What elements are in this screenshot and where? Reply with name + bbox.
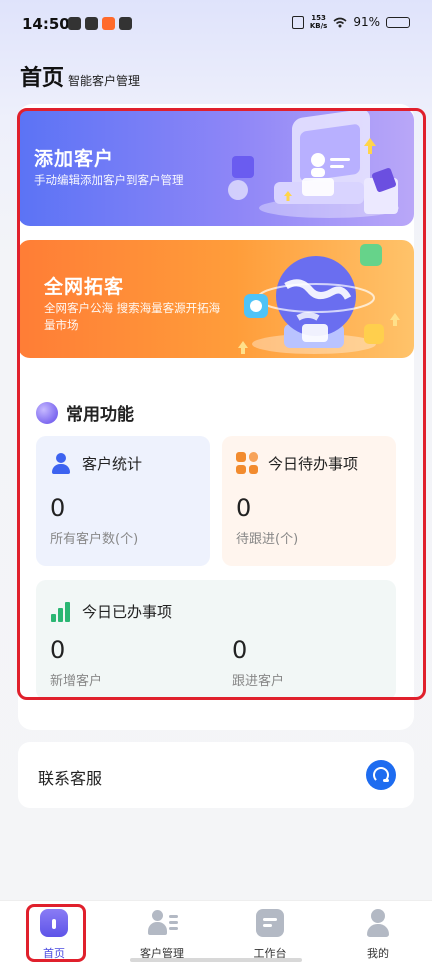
new-customers-value: 0 bbox=[50, 636, 66, 664]
bubble-icon bbox=[36, 401, 58, 424]
app-notification-icon bbox=[102, 17, 115, 30]
add-customer-desc: 手动编辑添加客户到客户管理 bbox=[34, 173, 184, 187]
customer-stats-label: 客户统计 bbox=[82, 454, 143, 473]
tab-mine-label: 我的 bbox=[367, 947, 389, 960]
status-indicators: 153 KB/s 91% bbox=[291, 14, 410, 30]
followed-customers-value: 0 bbox=[232, 636, 248, 664]
user-icon bbox=[50, 452, 72, 474]
customer-stats-head: 客户统计 bbox=[50, 452, 142, 474]
customer-stats-sub: 所有客户数(个) bbox=[50, 532, 139, 547]
today-todo-sub: 待跟进(个) bbox=[236, 532, 299, 547]
wifi-icon bbox=[333, 17, 347, 27]
page-header: 首页 智能客户管理 bbox=[20, 60, 140, 92]
net-speed-unit: KB/s bbox=[309, 22, 328, 30]
headset-icon[interactable] bbox=[366, 760, 396, 790]
add-customer-illustration bbox=[228, 109, 399, 218]
battery-percent: 91% bbox=[353, 15, 380, 29]
network-prospect-desc: 全网客户公海 搜索海量客源开拓海量市场 bbox=[44, 301, 221, 332]
app-notification-icon bbox=[85, 17, 98, 30]
today-todo-tile[interactable]: 今日待办事项 0 待跟进(个) bbox=[222, 436, 396, 566]
today-todo-value: 0 bbox=[236, 494, 252, 522]
bar-chart-icon bbox=[50, 600, 72, 622]
today-done-head: 今日已办事项 bbox=[50, 600, 172, 622]
add-customer-title: 添加客户 bbox=[34, 148, 115, 170]
app-notification-icon bbox=[68, 17, 81, 30]
home-indicator bbox=[130, 958, 302, 962]
network-prospect-banner[interactable]: 全网拓客 全网客户公海 搜索海量客源开拓海量市场 bbox=[18, 240, 414, 358]
today-todo-head: 今日待办事项 bbox=[236, 452, 358, 474]
bottom-tab-bar: 首页 客户管理 工作台 我的 bbox=[0, 900, 432, 964]
customers-icon bbox=[148, 909, 178, 937]
net-speed-value: 153 bbox=[311, 14, 326, 22]
profile-icon bbox=[364, 909, 392, 937]
common-functions-section: 常用功能 客户统计 0 所有客户数(个) 今日待办事项 0 待跟进(个) 今日已… bbox=[18, 380, 414, 700]
customer-stats-tile[interactable]: 客户统计 0 所有客户数(个) bbox=[36, 436, 210, 566]
contact-support-label: 联系客服 bbox=[38, 769, 103, 788]
common-functions-header: 常用功能 bbox=[36, 400, 134, 425]
tab-workbench[interactable]: 工作台 bbox=[230, 909, 310, 961]
status-app-icons bbox=[68, 17, 132, 30]
battery-icon bbox=[386, 16, 410, 28]
common-functions-title: 常用功能 bbox=[66, 405, 134, 425]
add-customer-banner[interactable]: 添加客户 手动编辑添加客户到客户管理 bbox=[18, 108, 414, 226]
status-bar: 14:50 153 KB/s 91% bbox=[0, 0, 432, 50]
mail-icon bbox=[119, 17, 132, 30]
workbench-icon bbox=[256, 909, 284, 937]
new-customers-label: 新增客户 bbox=[50, 674, 103, 689]
tab-home[interactable]: 首页 bbox=[14, 909, 94, 961]
followed-customers-label: 跟进客户 bbox=[232, 674, 285, 689]
home-icon bbox=[40, 909, 68, 937]
contact-support-row[interactable]: 联系客服 bbox=[18, 742, 414, 808]
net-speed: 153 KB/s bbox=[310, 14, 327, 30]
today-done-tile[interactable]: 今日已办事项 0 新增客户 0 跟进客户 bbox=[36, 580, 396, 700]
globe-illustration bbox=[238, 244, 400, 354]
tab-mine[interactable]: 我的 bbox=[338, 909, 418, 961]
page-subtitle: 智能客户管理 bbox=[68, 74, 141, 88]
tab-customers[interactable]: 客户管理 bbox=[122, 909, 202, 961]
status-time: 14:50 bbox=[22, 15, 70, 33]
apps-grid-icon bbox=[236, 452, 258, 474]
page-title: 首页 bbox=[20, 66, 65, 91]
vibrate-icon bbox=[291, 15, 304, 29]
tab-home-label: 首页 bbox=[43, 947, 65, 960]
network-prospect-title: 全网拓客 bbox=[44, 276, 125, 298]
today-todo-label: 今日待办事项 bbox=[268, 454, 359, 473]
customer-stats-value: 0 bbox=[50, 494, 66, 522]
today-done-label: 今日已办事项 bbox=[82, 602, 173, 621]
